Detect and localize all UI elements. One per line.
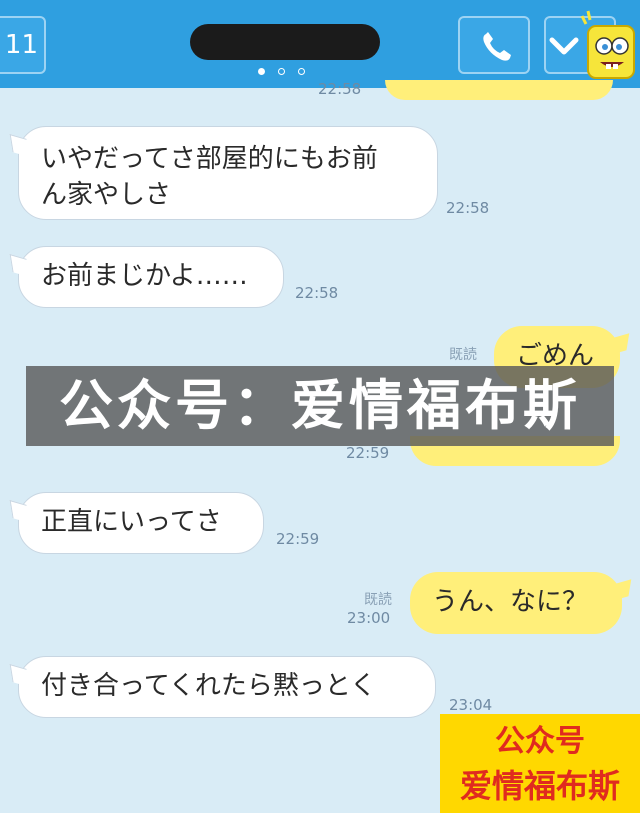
page-indicator — [258, 68, 318, 78]
message-bubble-received: 正直にいってさ — [18, 492, 264, 554]
message-text: 付き合ってくれたら黙っとく — [41, 671, 377, 701]
message-time: 22:58 — [318, 80, 362, 98]
chat-header: 11 — [0, 0, 640, 88]
page-dot — [298, 68, 305, 75]
message-text: いやだってさ部屋的にもお前 — [41, 144, 378, 174]
message-text: うん、なに？ — [432, 587, 589, 617]
message-text: お前まじかよ…… — [41, 261, 248, 291]
message-bubble-received: 付き合ってくれたら黙っとく — [18, 656, 436, 718]
call-button[interactable] — [458, 16, 530, 74]
message-text: ん家やしさ — [41, 180, 172, 210]
logo: 公众号 爱情福布斯 — [440, 714, 640, 813]
message-time: 23:00 — [347, 609, 391, 627]
contact-name-redacted — [190, 24, 380, 60]
message-text: 正直にいってさ — [41, 507, 222, 537]
read-receipt: 既読 — [364, 592, 392, 608]
message-bubble-partial — [385, 80, 613, 100]
read-receipt: 既読 — [449, 347, 477, 363]
message-time: 23:04 — [449, 696, 493, 714]
back-button[interactable]: 11 — [0, 16, 46, 74]
phone-icon — [483, 32, 511, 61]
watermark-banner: 公众号：爱情福布斯 — [26, 366, 614, 446]
message-bubble-sent: うん、なに？ — [410, 572, 622, 634]
message-time: 22:59 — [346, 444, 390, 462]
message-bubble-received: いやだってさ部屋的にもお前 ん家やしさ — [18, 126, 438, 220]
avatar — [580, 10, 635, 79]
page-dot — [258, 68, 265, 75]
logo-line: 爱情福布斯 — [459, 767, 620, 805]
message-bubble-received: お前まじかよ…… — [18, 246, 284, 308]
message-time: 22:58 — [295, 284, 339, 302]
message-time: 22:59 — [276, 530, 320, 548]
message-time: 22:58 — [446, 199, 490, 217]
page-dot — [278, 68, 285, 75]
back-button-label: 11 — [4, 30, 38, 60]
logo-line: 公众号 — [495, 724, 585, 759]
